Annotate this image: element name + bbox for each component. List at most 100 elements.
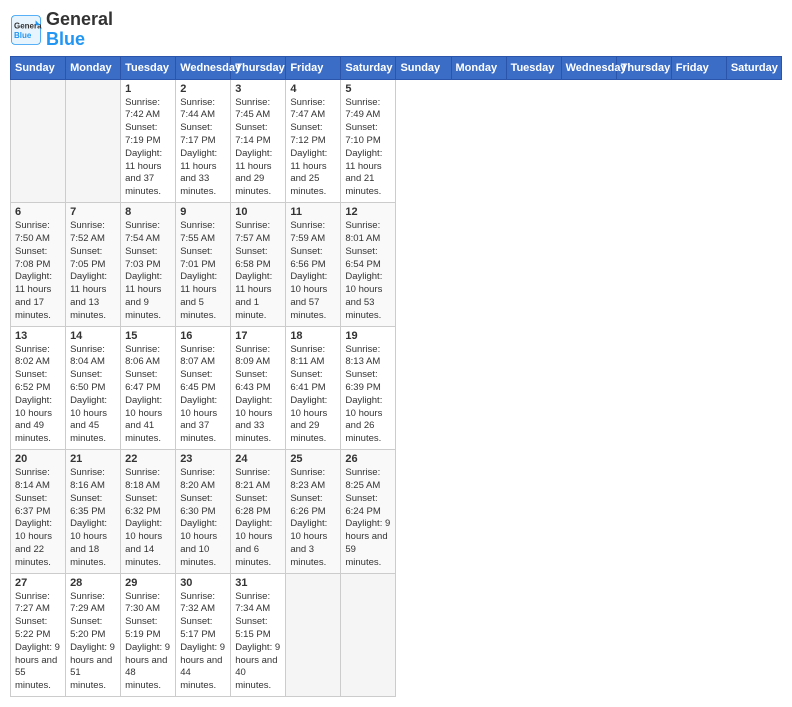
calendar-week: 13Sunrise: 8:02 AM Sunset: 6:52 PM Dayli… — [11, 326, 782, 450]
day-number: 25 — [290, 453, 336, 465]
day-info: Sunrise: 8:07 AM Sunset: 6:45 PM Dayligh… — [180, 344, 226, 447]
day-number: 5 — [345, 83, 391, 95]
day-number: 21 — [70, 453, 116, 465]
day-info: Sunrise: 8:11 AM Sunset: 6:41 PM Dayligh… — [290, 344, 336, 447]
day-info: Sunrise: 8:04 AM Sunset: 6:50 PM Dayligh… — [70, 344, 116, 447]
day-number: 22 — [125, 453, 171, 465]
svg-text:Blue: Blue — [14, 31, 32, 40]
day-info: Sunrise: 7:44 AM Sunset: 7:17 PM Dayligh… — [180, 97, 226, 200]
day-info: Sunrise: 8:21 AM Sunset: 6:28 PM Dayligh… — [235, 467, 281, 570]
calendar-day: 5 Sunrise: 7:49 AM Sunset: 7:10 PM Daylig… — [341, 79, 396, 203]
day-info: Sunrise: 8:09 AM Sunset: 6:43 PM Dayligh… — [235, 344, 281, 447]
calendar-day: 25 Sunrise: 8:23 AM Sunset: 6:26 PM Dayli… — [286, 450, 341, 574]
calendar-day: 3Sunrise: 7:45 AM Sunset: 7:14 PM Daylig… — [231, 79, 286, 203]
day-number: 28 — [70, 577, 116, 589]
day-info: Sunrise: 7:32 AM Sunset: 5:17 PM Dayligh… — [180, 591, 226, 694]
calendar-week: 1 Sunrise: 7:42 AM Sunset: 7:19 PM Daylig… — [11, 79, 782, 203]
weekday-header: Friday — [286, 56, 341, 79]
calendar-day: 13Sunrise: 8:02 AM Sunset: 6:52 PM Dayli… — [11, 326, 66, 450]
calendar-day: 31Sunrise: 7:34 AM Sunset: 5:15 PM Dayli… — [231, 573, 286, 697]
calendar-day: 23Sunrise: 8:20 AM Sunset: 6:30 PM Dayli… — [176, 450, 231, 574]
calendar-day: 17 Sunrise: 8:09 AM Sunset: 6:43 PM Dayli… — [231, 326, 286, 450]
day-info: Sunrise: 7:27 AM Sunset: 5:22 PM Dayligh… — [15, 591, 61, 694]
day-number: 10 — [235, 206, 281, 218]
calendar-day: 2 Sunrise: 7:44 AM Sunset: 7:17 PM Daylig… — [176, 79, 231, 203]
day-info: Sunrise: 7:54 AM Sunset: 7:03 PM Dayligh… — [125, 220, 171, 323]
day-info: Sunrise: 8:02 AM Sunset: 6:52 PM Dayligh… — [15, 344, 61, 447]
calendar-day: 7 Sunrise: 7:52 AM Sunset: 7:05 PM Daylig… — [66, 203, 121, 327]
logo: General Blue General Blue — [10, 10, 113, 50]
calendar-day: 18 Sunrise: 8:11 AM Sunset: 6:41 PM Dayli… — [286, 326, 341, 450]
day-number: 7 — [70, 206, 116, 218]
day-info: Sunrise: 8:18 AM Sunset: 6:32 PM Dayligh… — [125, 467, 171, 570]
day-number: 17 — [235, 330, 281, 342]
day-info: Sunrise: 8:23 AM Sunset: 6:26 PM Dayligh… — [290, 467, 336, 570]
day-info: Sunrise: 7:55 AM Sunset: 7:01 PM Dayligh… — [180, 220, 226, 323]
page-header: General Blue General Blue — [10, 10, 782, 50]
calendar-day: 9 Sunrise: 7:55 AM Sunset: 7:01 PM Daylig… — [176, 203, 231, 327]
day-info: Sunrise: 8:06 AM Sunset: 6:47 PM Dayligh… — [125, 344, 171, 447]
day-number: 3 — [235, 83, 281, 95]
calendar-day: 21Sunrise: 8:16 AM Sunset: 6:35 PM Dayli… — [66, 450, 121, 574]
day-info: Sunrise: 8:14 AM Sunset: 6:37 PM Dayligh… — [15, 467, 61, 570]
calendar-day — [341, 573, 396, 697]
day-number: 27 — [15, 577, 61, 589]
calendar-day — [66, 79, 121, 203]
day-number: 29 — [125, 577, 171, 589]
day-number: 30 — [180, 577, 226, 589]
calendar-day — [11, 79, 66, 203]
calendar-week: 27 Sunrise: 7:27 AM Sunset: 5:22 PM Dayli… — [11, 573, 782, 697]
weekday-header: Saturday — [726, 56, 781, 79]
calendar-day: 30 Sunrise: 7:32 AM Sunset: 5:17 PM Dayli… — [176, 573, 231, 697]
calendar-day: 1 Sunrise: 7:42 AM Sunset: 7:19 PM Daylig… — [121, 79, 176, 203]
day-info: Sunrise: 7:47 AM Sunset: 7:12 PM Dayligh… — [290, 97, 336, 200]
calendar-day: 26Sunrise: 8:25 AM Sunset: 6:24 PM Dayli… — [341, 450, 396, 574]
day-info: Sunrise: 7:52 AM Sunset: 7:05 PM Dayligh… — [70, 220, 116, 323]
calendar-day: 6 Sunrise: 7:50 AM Sunset: 7:08 PM Daylig… — [11, 203, 66, 327]
calendar-day: 22 Sunrise: 8:18 AM Sunset: 6:32 PM Dayli… — [121, 450, 176, 574]
calendar-table: Sunday Monday Tuesday WednesdayThursday Frid… — [10, 56, 782, 698]
day-info: Sunrise: 7:42 AM Sunset: 7:19 PM Dayligh… — [125, 97, 171, 200]
day-info: Sunrise: 7:29 AM Sunset: 5:20 PM Dayligh… — [70, 591, 116, 694]
weekday-header: Thursday — [616, 56, 671, 79]
calendar-day: 27 Sunrise: 7:27 AM Sunset: 5:22 PM Dayli… — [11, 573, 66, 697]
calendar-day: 10 Sunrise: 7:57 AM Sunset: 6:58 PM Dayli… — [231, 203, 286, 327]
logo-text: General Blue — [46, 10, 113, 50]
day-number: 6 — [15, 206, 61, 218]
day-info: Sunrise: 8:20 AM Sunset: 6:30 PM Dayligh… — [180, 467, 226, 570]
day-number: 18 — [290, 330, 336, 342]
day-info: Sunrise: 7:50 AM Sunset: 7:08 PM Dayligh… — [15, 220, 61, 323]
weekday-header: Wednesday — [561, 56, 616, 79]
calendar-day — [286, 573, 341, 697]
day-number: 24 — [235, 453, 281, 465]
day-number: 15 — [125, 330, 171, 342]
day-number: 14 — [70, 330, 116, 342]
day-info: Sunrise: 7:34 AM Sunset: 5:15 PM Dayligh… — [235, 591, 281, 694]
weekday-header: Sunday — [11, 56, 66, 79]
day-info: Sunrise: 7:57 AM Sunset: 6:58 PM Dayligh… — [235, 220, 281, 323]
calendar-week: 6 Sunrise: 7:50 AM Sunset: 7:08 PM Daylig… — [11, 203, 782, 327]
calendar-week: 20 Sunrise: 8:14 AM Sunset: 6:37 PM Dayli… — [11, 450, 782, 574]
day-info: Sunrise: 7:49 AM Sunset: 7:10 PM Dayligh… — [345, 97, 391, 200]
day-info: Sunrise: 8:13 AM Sunset: 6:39 PM Dayligh… — [345, 344, 391, 447]
weekday-header: Tuesday — [121, 56, 176, 79]
day-info: Sunrise: 7:59 AM Sunset: 6:56 PM Dayligh… — [290, 220, 336, 323]
day-number: 9 — [180, 206, 226, 218]
weekday-header: Monday — [451, 56, 506, 79]
calendar-day: 15 Sunrise: 8:06 AM Sunset: 6:47 PM Dayli… — [121, 326, 176, 450]
calendar-day: 11Sunrise: 7:59 AM Sunset: 6:56 PM Dayli… — [286, 203, 341, 327]
day-number: 20 — [15, 453, 61, 465]
day-number: 1 — [125, 83, 171, 95]
calendar-day: 4Sunrise: 7:47 AM Sunset: 7:12 PM Daylig… — [286, 79, 341, 203]
day-number: 2 — [180, 83, 226, 95]
day-number: 26 — [345, 453, 391, 465]
calendar-day: 14 Sunrise: 8:04 AM Sunset: 6:50 PM Dayli… — [66, 326, 121, 450]
calendar-day: 29Sunrise: 7:30 AM Sunset: 5:19 PM Dayli… — [121, 573, 176, 697]
day-number: 19 — [345, 330, 391, 342]
weekday-header: Saturday — [341, 56, 396, 79]
day-info: Sunrise: 8:01 AM Sunset: 6:54 PM Dayligh… — [345, 220, 391, 323]
day-number: 12 — [345, 206, 391, 218]
day-number: 8 — [125, 206, 171, 218]
day-number: 16 — [180, 330, 226, 342]
header-row: Sunday Monday Tuesday WednesdayThursday Frid… — [11, 56, 782, 79]
